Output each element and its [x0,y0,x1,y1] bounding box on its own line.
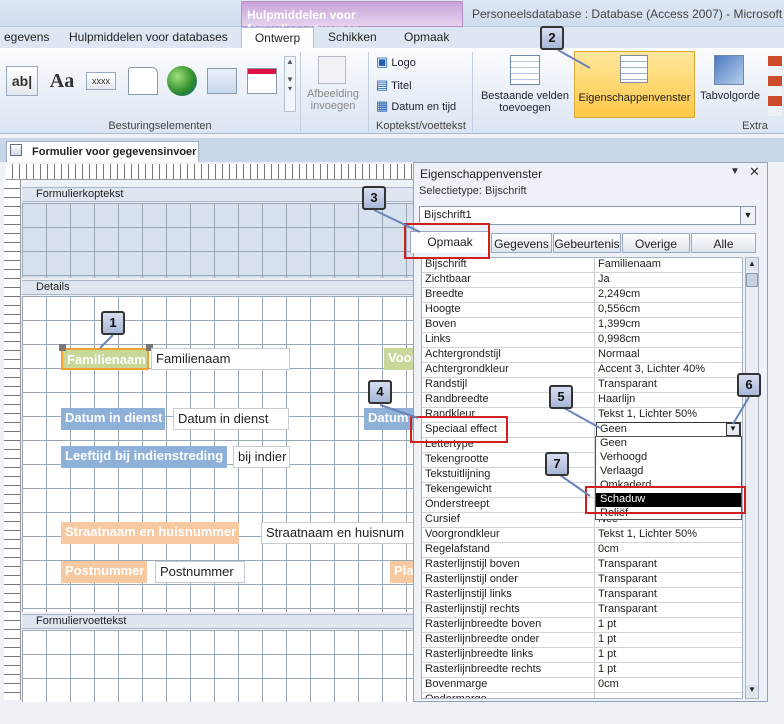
callout-6: 6 [737,373,761,397]
callout-2: 2 [540,26,564,50]
callout-3: 3 [362,186,386,210]
callout-5: 5 [549,385,573,409]
callout-7: 7 [545,452,569,476]
callout-1: 1 [101,311,125,335]
callout-connectors [99,49,750,497]
callout-4: 4 [368,380,392,404]
